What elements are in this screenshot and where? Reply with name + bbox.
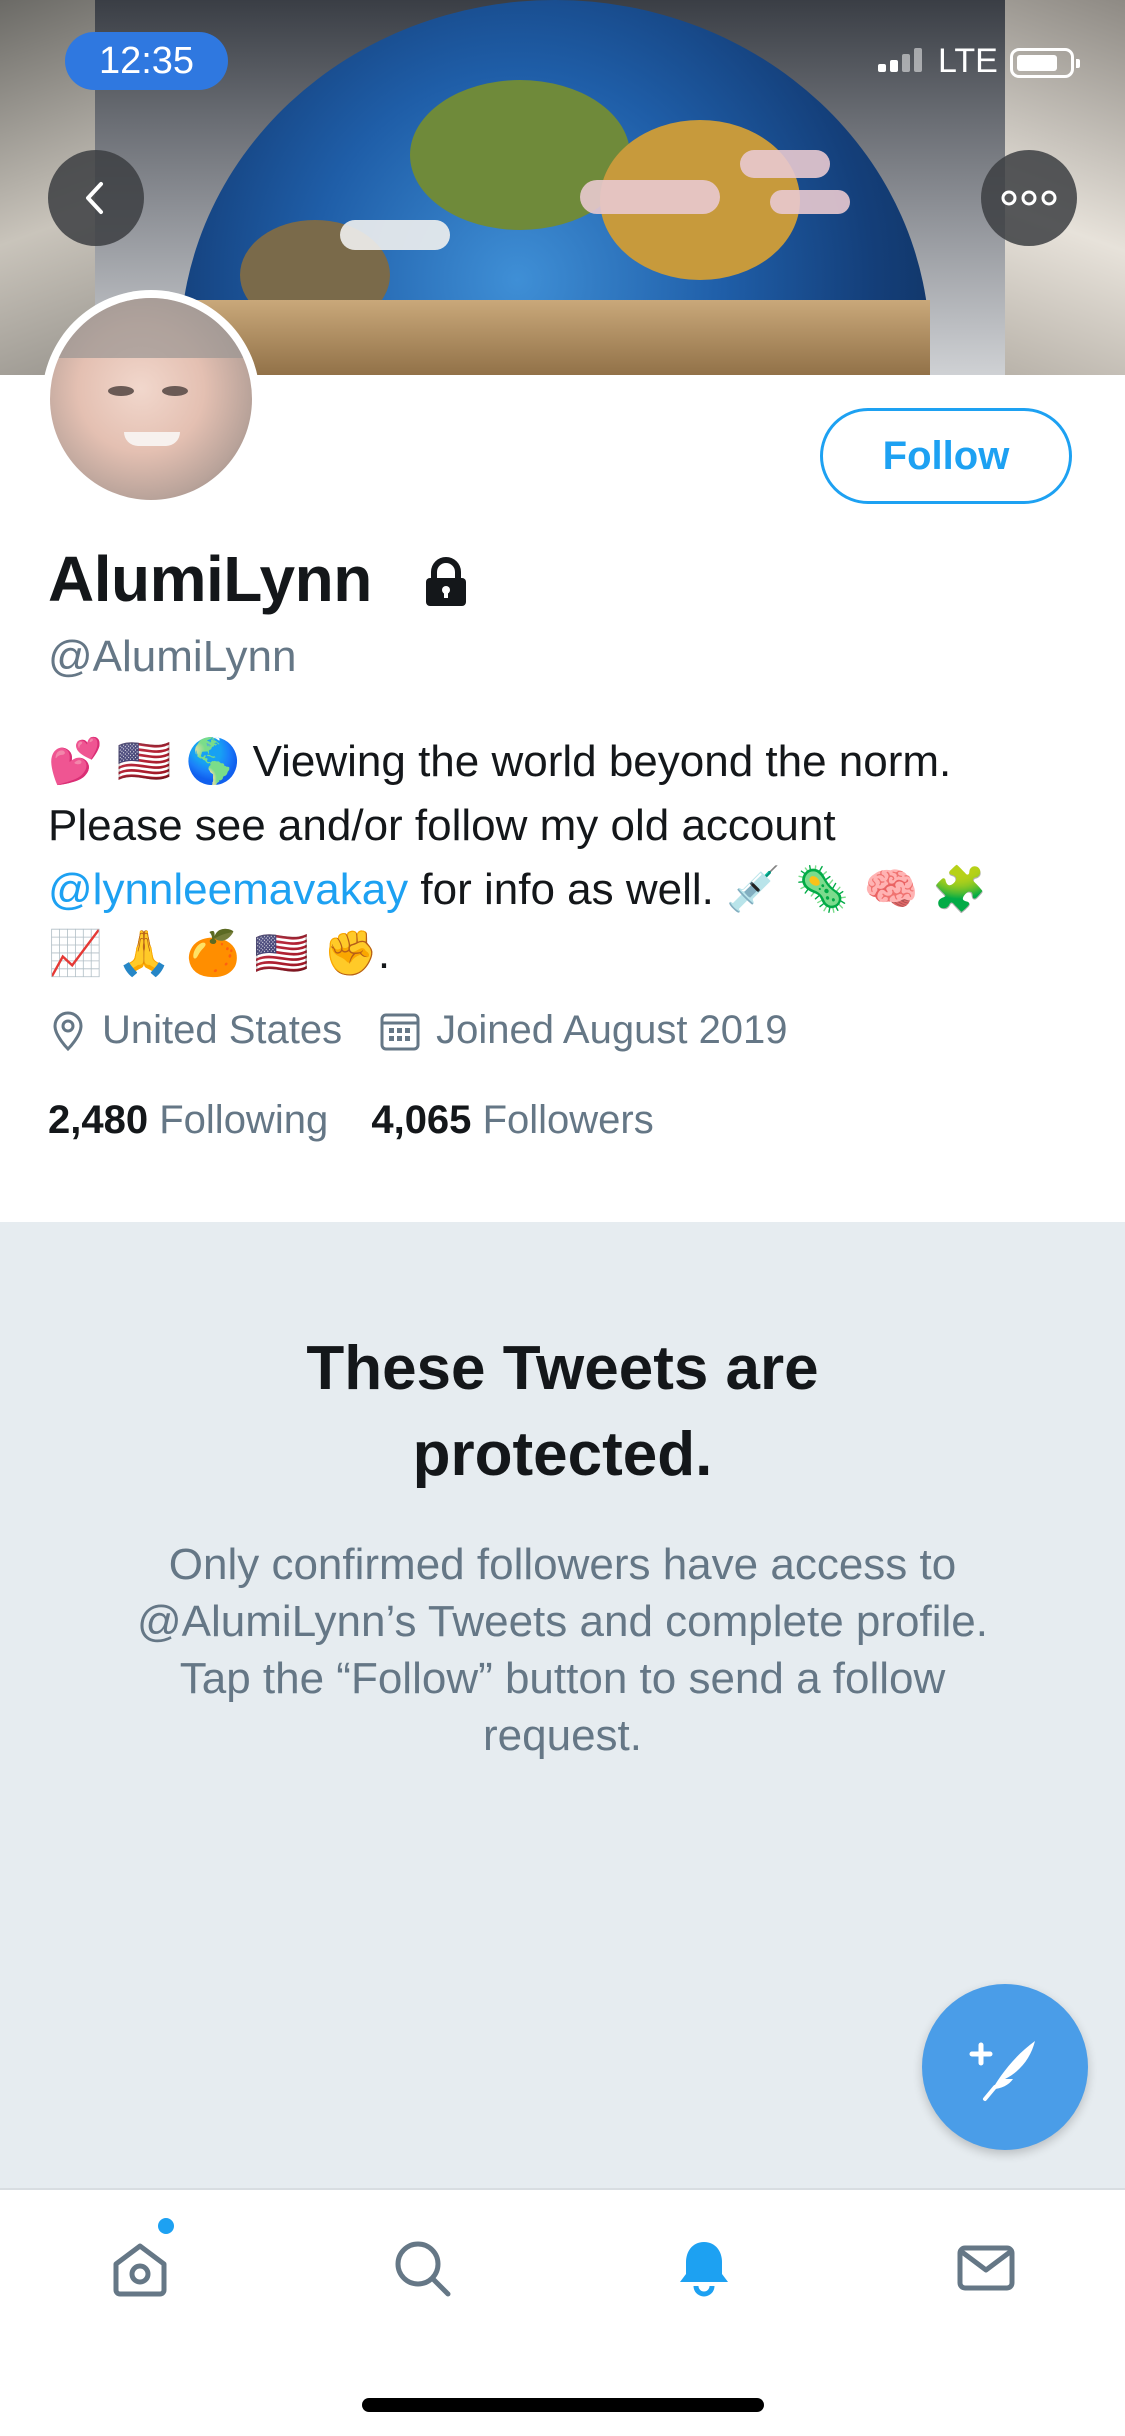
- bio-text-line1: Viewing the world beyond the norm.: [252, 737, 952, 786]
- search-icon: [395, 2241, 451, 2297]
- protected-title-line2: protected.: [412, 1420, 713, 1489]
- signal-strength-icon: [878, 48, 926, 72]
- profile-location: United States: [48, 1008, 342, 1053]
- bio-emoji-line4: 📈 🙏 🍊 🇺🇸 ✊: [48, 928, 378, 979]
- protected-title-line1: These Tweets are: [306, 1334, 819, 1403]
- notifications-bell-icon: [680, 2242, 728, 2297]
- more-options-button[interactable]: [981, 150, 1077, 246]
- avatar-image: [50, 298, 252, 500]
- calendar-icon: [380, 1013, 420, 1050]
- messages-envelope-icon: [957, 2245, 1015, 2291]
- status-bar: 12:35 LTE: [0, 0, 1125, 120]
- avatar[interactable]: [42, 290, 260, 508]
- profile-handle: @AlumiLynn: [48, 632, 297, 681]
- followers-count: 4,065: [371, 1098, 472, 1142]
- protected-title: These Tweets are protected.: [0, 1326, 1125, 1498]
- profile-bio: 💕 🇺🇸 🌎 Viewing the world beyond the norm…: [48, 730, 1088, 986]
- tab-notifications[interactable]: [664, 2228, 744, 2308]
- back-button[interactable]: [48, 150, 144, 246]
- bio-emoji-line1: 💕 🇺🇸 🌎: [48, 736, 241, 787]
- followers-label: Followers: [482, 1098, 654, 1142]
- network-type: LTE: [938, 42, 998, 80]
- home-indicator: [362, 2398, 764, 2412]
- bio-text-line3: for info as well.: [408, 865, 714, 914]
- home-notification-dot: [158, 2218, 174, 2234]
- followers-link[interactable]: 4,065 Followers: [371, 1098, 653, 1142]
- following-count: 2,480: [48, 1098, 149, 1142]
- tab-home[interactable]: [100, 2228, 180, 2308]
- more-dots-icon: [1001, 190, 1057, 206]
- chevron-left-icon: [86, 182, 103, 214]
- profile-meta: United States Joined August 2019: [48, 1008, 824, 1053]
- compose-tweet-icon: [969, 2041, 1035, 2101]
- location-pin-icon: [53, 1010, 83, 1051]
- lock-icon: [426, 557, 466, 606]
- status-time: 12:35: [65, 32, 228, 90]
- following-label: Following: [159, 1098, 329, 1142]
- banner-book-edge: [180, 300, 930, 375]
- profile-stats: 2,480 Following 4,065 Followers: [48, 1098, 686, 1143]
- profile-joined: Joined August 2019: [378, 1008, 788, 1053]
- tab-search[interactable]: [382, 2228, 462, 2308]
- bio-text-line2: Please see and/or follow my old account: [48, 801, 836, 850]
- follow-button[interactable]: Follow: [820, 408, 1072, 504]
- compose-tweet-button[interactable]: [922, 1984, 1088, 2150]
- following-link[interactable]: 2,480 Following: [48, 1098, 328, 1142]
- bio-mention-link[interactable]: @lynnleemavakay: [48, 865, 408, 914]
- location-text: United States: [102, 1008, 343, 1052]
- profile-display-name: AlumiLynn: [48, 543, 372, 615]
- tab-messages[interactable]: [946, 2228, 1026, 2308]
- home-icon: [113, 2243, 167, 2297]
- protected-body: Only confirmed followers have access to …: [137, 1540, 988, 1760]
- joined-text: Joined August 2019: [436, 1008, 788, 1052]
- bio-emoji-line3: 💉 🦠 🧠 🧩: [726, 864, 988, 915]
- bio-end: .: [377, 929, 391, 978]
- battery-icon: [1010, 48, 1080, 78]
